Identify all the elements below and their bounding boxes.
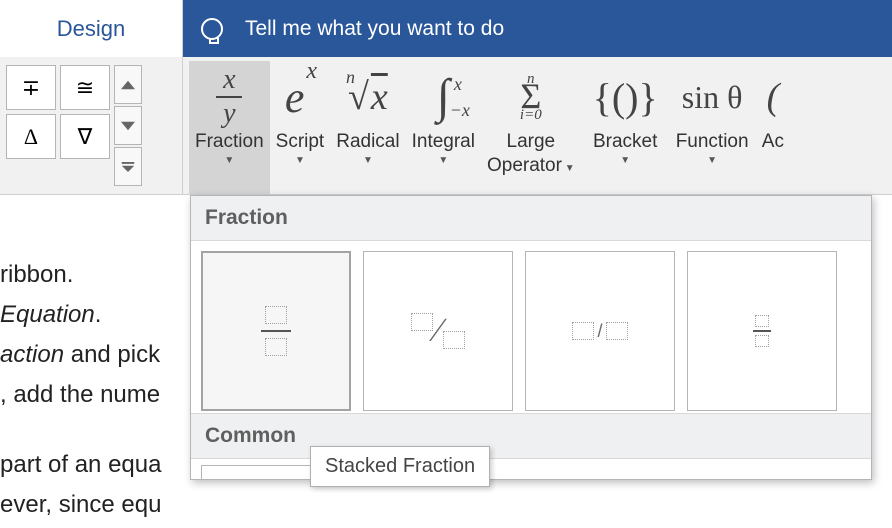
doc-line: part of an equa xyxy=(0,445,161,485)
fraction-button[interactable]: x y Fraction ▼ xyxy=(189,61,270,194)
dropdown-arrow-icon: Operator ▼ xyxy=(487,155,575,171)
doc-line: ever, since equ xyxy=(0,485,161,525)
fraction-icon: x y xyxy=(210,65,248,129)
document-body: ribbon. Equation. action and pick , add … xyxy=(0,255,161,525)
fraction-small-tile[interactable] xyxy=(687,251,837,411)
dropdown-arrow-icon: ▼ xyxy=(363,155,373,171)
large-operator-button[interactable]: n Σ i=0 Large Operator ▼ xyxy=(481,61,581,194)
dropdown-arrow-icon: ▼ xyxy=(295,155,305,171)
symbols-scroll-up[interactable] xyxy=(114,65,142,104)
script-label: Script xyxy=(276,131,325,153)
accent-button[interactable]: ( Ac xyxy=(755,61,786,194)
large-operator-label: Large xyxy=(507,131,556,153)
symbol-minus-plus[interactable]: ∓ xyxy=(6,65,56,110)
function-button[interactable]: sin θ Function ▼ xyxy=(670,61,755,194)
symbols-more[interactable] xyxy=(114,147,142,186)
accent-label: Ac xyxy=(762,131,784,153)
doc-line: , add the nume xyxy=(0,375,161,415)
tab-design[interactable]: Design xyxy=(0,0,183,57)
bracket-icon: {()} xyxy=(587,65,664,129)
bracket-button[interactable]: {()} Bracket ▼ xyxy=(581,61,670,194)
symbols-scroll-down[interactable] xyxy=(114,106,142,145)
dropdown-arrow-icon: ▼ xyxy=(620,155,630,171)
structures-group: x y Fraction ▼ ex Script ▼ n√x Radical ▼ xyxy=(183,57,785,194)
large-operator-icon: n Σ i=0 xyxy=(514,65,548,129)
lightbulb-icon xyxy=(201,18,223,40)
tell-me-placeholder: Tell me what you want to do xyxy=(245,17,504,41)
script-button[interactable]: ex Script ▼ xyxy=(270,61,331,194)
fraction-skewed-tile[interactable]: ∕ xyxy=(363,251,513,411)
bracket-label: Bracket xyxy=(593,131,657,153)
fraction-linear-tile[interactable]: / xyxy=(525,251,675,411)
doc-line: ribbon. xyxy=(0,255,161,295)
accent-icon: ( xyxy=(761,65,786,129)
dropdown-arrow-icon: ▼ xyxy=(707,155,717,171)
tell-me-bar[interactable]: Tell me what you want to do xyxy=(183,0,892,57)
radical-button[interactable]: n√x Radical ▼ xyxy=(330,61,405,194)
fraction-dropdown-panel: Fraction ∕ / xyxy=(190,195,872,480)
integral-button[interactable]: ∫x−x Integral ▼ xyxy=(406,61,481,194)
integral-icon: ∫x−x xyxy=(431,65,456,129)
tab-design-label: Design xyxy=(57,16,125,42)
function-label: Function xyxy=(676,131,749,153)
dropdown-arrow-icon: ▼ xyxy=(224,155,234,171)
function-icon: sin θ xyxy=(676,65,749,129)
fraction-stacked-tile[interactable] xyxy=(201,251,351,411)
symbol-nabla[interactable]: ∇ xyxy=(60,114,110,159)
tooltip-stacked-fraction: Stacked Fraction xyxy=(310,446,490,487)
integral-label: Integral xyxy=(412,131,475,153)
script-icon: ex xyxy=(279,65,321,129)
doc-line: action and pick xyxy=(0,335,161,375)
doc-line: Equation. xyxy=(0,295,161,335)
radical-icon: n√x xyxy=(342,65,394,129)
dropdown-arrow-icon: ▼ xyxy=(438,155,448,171)
symbol-delta[interactable]: Δ xyxy=(6,114,56,159)
panel-header-fraction: Fraction xyxy=(191,196,871,241)
symbols-group: ∓ ≅ Δ ∇ xyxy=(0,57,183,194)
symbol-congruent[interactable]: ≅ xyxy=(60,65,110,110)
panel-header-common: Common xyxy=(191,413,871,459)
fraction-label: Fraction xyxy=(195,131,264,153)
radical-label: Radical xyxy=(336,131,399,153)
